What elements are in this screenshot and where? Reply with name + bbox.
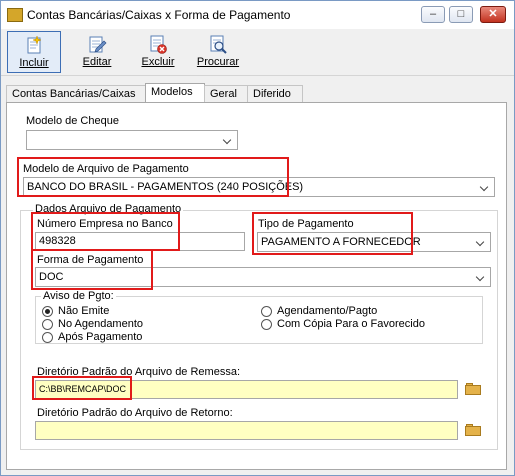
dir-remessa-label: Diretório Padrão do Arquivo de Remessa:: [37, 366, 240, 378]
radio-no-agendamento[interactable]: [42, 319, 53, 330]
numero-empresa-input[interactable]: 498328: [35, 232, 245, 251]
chevron-down-icon: [475, 233, 487, 251]
tipo-pagamento-select[interactable]: PAGAMENTO A FORNECEDOR: [257, 232, 491, 252]
modelo-arquivo-value: BANCO DO BRASIL - PAGAMENTOS (240 POSIÇÕ…: [27, 181, 304, 193]
radio-com-copia[interactable]: [261, 319, 272, 330]
toolbar: Incluir Editar Excluir Procurar: [1, 29, 514, 76]
radio-apos-pagamento[interactable]: [42, 332, 53, 343]
tab-page-modelos: Modelo de Cheque Modelo de Arquivo de Pa…: [6, 102, 507, 470]
folder-icon[interactable]: [465, 424, 481, 436]
incluir-button[interactable]: Incluir: [7, 31, 61, 73]
dir-retorno-label: Diretório Padrão do Arquivo de Retorno:: [37, 407, 233, 419]
radio-nao-emite-label: Não Emite: [58, 305, 110, 317]
tipo-pagamento-value: PAGAMENTO A FORNECEDOR: [261, 236, 421, 248]
tab-contas-bancarias[interactable]: Contas Bancárias/Caixas: [6, 85, 146, 102]
excluir-button[interactable]: Excluir: [131, 31, 185, 73]
main-window: Contas Bancárias/Caixas x Forma de Pagam…: [0, 0, 515, 476]
app-icon: [7, 8, 23, 22]
close-button[interactable]: ✕: [480, 6, 506, 23]
radio-nao-emite[interactable]: [42, 306, 53, 317]
chevron-down-icon: [222, 131, 234, 149]
numero-empresa-label: Número Empresa no Banco: [37, 218, 173, 230]
tab-geral[interactable]: Geral: [204, 85, 248, 102]
dir-retorno-input[interactable]: [35, 421, 458, 440]
editar-button[interactable]: Editar: [71, 31, 123, 73]
title-bar: Contas Bancárias/Caixas x Forma de Pagam…: [1, 1, 514, 29]
excluir-label: Excluir: [141, 56, 175, 68]
forma-pagamento-label: Forma de Pagamento: [37, 254, 144, 266]
folder-icon[interactable]: [465, 383, 481, 395]
modelo-arquivo-label: Modelo de Arquivo de Pagamento: [23, 163, 189, 175]
search-document-icon: [208, 34, 228, 54]
tab-diferido[interactable]: Diferido: [247, 85, 303, 102]
aviso-pgto-label: Aviso de Pgto:: [41, 290, 116, 302]
dir-remessa-input[interactable]: C:\BB\REMCAP\DOC: [35, 380, 458, 399]
delete-document-icon: [148, 34, 168, 54]
maximize-button[interactable]: □: [449, 6, 473, 23]
modelo-cheque-select[interactable]: [26, 130, 238, 150]
chevron-down-icon: [475, 268, 487, 286]
minimize-button[interactable]: –: [421, 6, 445, 23]
new-document-icon: [24, 35, 44, 55]
forma-pagamento-select[interactable]: DOC: [35, 267, 491, 287]
editar-label: Editar: [82, 56, 112, 68]
incluir-label: Incluir: [19, 57, 49, 69]
edit-document-icon: [87, 34, 107, 54]
procurar-button[interactable]: Procurar: [191, 31, 245, 73]
radio-agendamento-pagto-label: Agendamento/Pagto: [277, 305, 378, 317]
radio-no-agendamento-label: No Agendamento: [58, 318, 144, 330]
chevron-down-icon: [479, 178, 491, 196]
window-title: Contas Bancárias/Caixas x Forma de Pagam…: [27, 8, 291, 22]
radio-com-copia-label: Com Cópia Para o Favorecido: [277, 318, 425, 330]
dados-group-label: Dados Arquivo de Pagamento: [33, 203, 184, 215]
modelo-cheque-label: Modelo de Cheque: [26, 115, 119, 127]
procurar-label: Procurar: [196, 56, 240, 68]
tab-modelos[interactable]: Modelos: [145, 83, 205, 103]
tipo-pagamento-label: Tipo de Pagamento: [258, 218, 354, 230]
radio-apos-pagamento-label: Após Pagamento: [58, 331, 143, 343]
modelo-arquivo-select[interactable]: BANCO DO BRASIL - PAGAMENTOS (240 POSIÇÕ…: [23, 177, 495, 197]
forma-pagamento-value: DOC: [39, 271, 64, 283]
radio-agendamento-pagto[interactable]: [261, 306, 272, 317]
